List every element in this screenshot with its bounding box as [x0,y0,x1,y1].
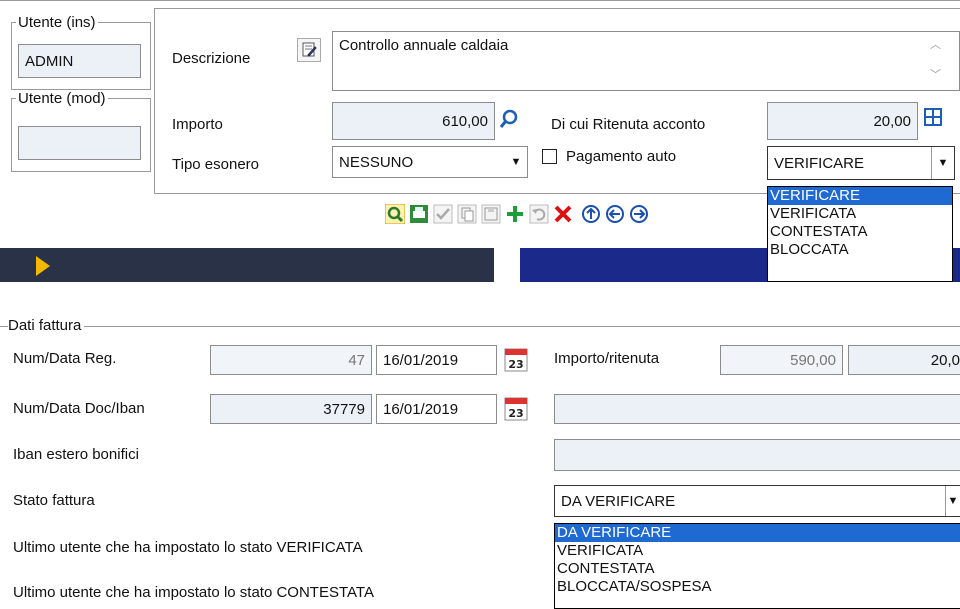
ritenuta-value: 20,00 [873,112,911,130]
chevron-down-icon[interactable]: ▼ [505,147,527,177]
num-reg-field[interactable]: 47 [210,345,372,375]
ritenuta-fattura-value: 20,0 [930,351,960,369]
num-reg-value: 47 [348,351,365,369]
descrizione-label: Descrizione [172,50,251,67]
print-icon[interactable] [408,203,430,225]
stato-fattura-dropdown-list[interactable]: DA VERIFICARE VERIFICATA CONTESTATA BLOC… [554,523,960,609]
calculator-icon[interactable] [922,106,944,128]
importo-field[interactable]: 610,00 [332,102,495,140]
play-icon [36,256,50,276]
edit-note-icon[interactable] [297,38,321,62]
calendar-icon[interactable]: 23 [504,395,528,421]
ritenuta-label: Di cui Ritenuta acconto [551,116,706,133]
data-doc-value: 16/01/2019 [383,400,459,418]
scroll-down-icon[interactable]: ﹀ [930,66,941,82]
stato-fattura-option[interactable]: BLOCCATA/SOSPESA [555,578,960,596]
ritenuta-field[interactable]: 20,00 [767,102,918,140]
data-reg-value: 16/01/2019 [383,351,459,369]
nav-right-icon[interactable] [628,203,650,225]
chevron-down-icon[interactable]: ▼ [931,147,954,179]
importo-fattura-field[interactable]: 590,00 [720,345,843,375]
stato-value: VERIFICARE [774,154,865,172]
nav-up-icon[interactable] [580,203,602,225]
tipo-esonero-select[interactable]: NESSUNO ▼ [332,146,528,178]
tipo-esonero-label: Tipo esonero [172,156,259,173]
pagamento-auto-checkbox[interactable] [542,149,557,164]
scroll-up-icon[interactable]: ︿ [930,36,941,52]
importo-fattura-value: 590,00 [790,351,836,369]
stato-fattura-value: DA VERIFICARE [561,492,676,510]
stato-dropdown-list[interactable]: VERIFICARE VERIFICATA CONTESTATA BLOCCAT… [767,186,953,282]
num-doc-value: 37779 [323,400,365,418]
calendar-icon[interactable]: 23 [504,346,528,372]
svg-text:23: 23 [508,407,523,420]
user-ins-value: ADMIN [25,52,74,70]
save-icon[interactable] [480,203,502,225]
data-reg-field[interactable]: 16/01/2019 [376,345,497,375]
search-icon[interactable] [384,203,406,225]
dati-fattura-panel: Dati fattura Num/Data Reg. 47 16/01/2019… [0,282,960,609]
undo-icon[interactable] [528,203,550,225]
pagamento-auto-label: Pagamento auto [566,148,677,165]
stato-option[interactable]: VERIFICARE [768,187,952,205]
descrizione-textarea[interactable]: Controllo annuale caldaia [332,31,960,91]
ultimo-verificata-label: Ultimo utente che ha impostato lo stato … [13,539,363,556]
chevron-down-icon[interactable]: ▼ [945,486,960,516]
num-data-reg-label: Num/Data Reg. [13,350,117,367]
iban-field[interactable] [554,394,960,424]
stato-fattura-label: Stato fattura [13,492,95,509]
importo-value: 610,00 [442,112,488,130]
stato-option[interactable]: BLOCCATA [768,241,952,259]
tipo-esonero-value: NESSUNO [339,153,414,171]
num-data-doc-label: Num/Data Doc/Iban [13,400,145,417]
toolbar [384,203,774,229]
svg-text:23: 23 [508,358,523,371]
data-doc-field[interactable]: 16/01/2019 [376,394,497,424]
stato-fattura-option[interactable]: CONTESTATA [555,560,960,578]
importo-label: Importo [172,116,223,133]
iban-estero-field[interactable] [554,439,960,471]
stato-fattura-option[interactable]: DA VERIFICARE [555,524,960,542]
num-doc-field[interactable]: 37779 [210,394,372,424]
dati-fattura-legend: Dati fattura [8,317,85,334]
user-ins-legend: Utente (ins) [18,14,96,31]
nav-left-icon[interactable] [604,203,626,225]
ritenuta-fattura-field[interactable]: 20,0 [848,345,960,375]
dati-fattura-line [0,326,960,327]
copy-icon[interactable] [456,203,478,225]
confirm-icon[interactable] [432,203,454,225]
ultimo-contestata-label: Ultimo utente che ha impostato lo stato … [13,584,374,601]
delete-icon[interactable] [552,203,574,225]
user-mod-legend: Utente (mod) [18,90,106,107]
importo-ritenuta-label: Importo/ritenuta [554,350,660,367]
iban-estero-label: Iban estero bonifici [13,446,139,463]
panel-top-border [0,0,960,1]
user-ins-field: ADMIN [18,44,141,78]
stato-fattura-option[interactable]: VERIFICATA [555,542,960,560]
record-edit-panel: Utente (ins) ADMIN Utente (mod) Descrizi… [0,0,960,282]
add-icon[interactable] [504,203,526,225]
panel-gap [494,248,520,282]
search-importo-icon[interactable] [498,108,520,130]
stato-option[interactable]: VERIFICATA [768,205,952,223]
user-mod-field [18,126,141,160]
descrizione-value: Controllo annuale caldaia [339,37,509,54]
background-window-strip [0,248,494,282]
stato-fattura-select[interactable]: DA VERIFICARE ▼ [554,485,960,517]
stato-select[interactable]: VERIFICARE ▼ [767,146,955,180]
stato-option[interactable]: CONTESTATA [768,223,952,241]
